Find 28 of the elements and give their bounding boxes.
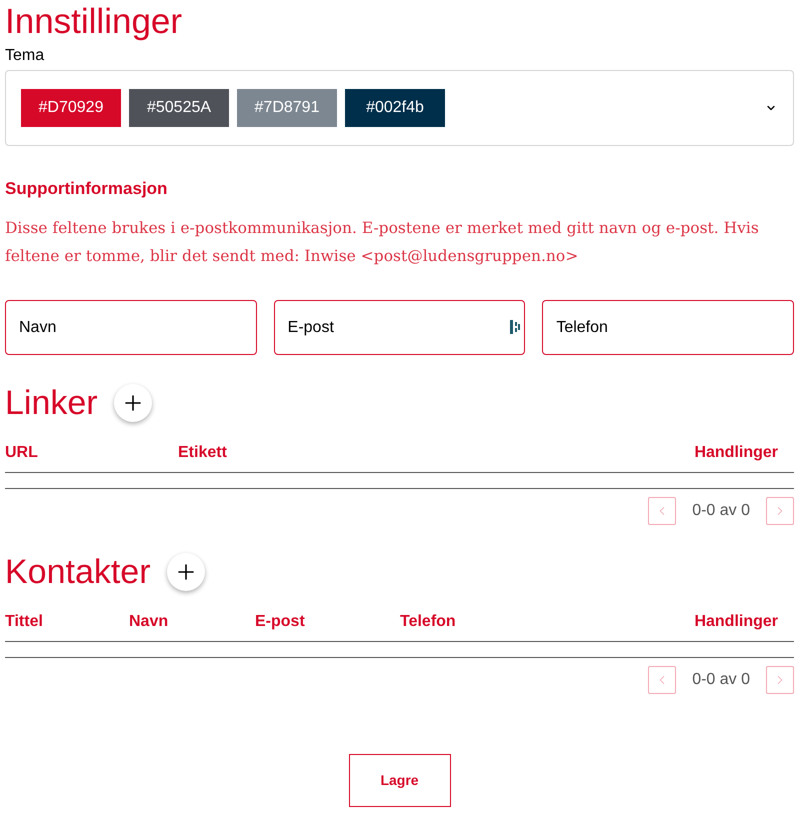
bars-icon[interactable] <box>510 320 520 334</box>
theme-label: Tema <box>5 46 46 66</box>
input-field[interactable]: Telefon <box>542 300 794 355</box>
column-header: Handlinger <box>694 442 778 462</box>
column-header: Handlinger <box>694 612 778 632</box>
page-title: Innstillinger <box>5 1 184 43</box>
theme-select[interactable]: #D70929 #50525A #7D8791 #002f4b <box>5 70 794 146</box>
color-swatch: #7D8791 <box>237 89 337 127</box>
section-heading: Linker <box>5 383 98 423</box>
column-header: E-post <box>255 612 306 632</box>
support-description: Disse feltene brukes i e-postkommunikasjon. E-postene er merket med gitt navn og e-post. Hvis feltene er tomme, blir det sendt med: Inwise <post@ludensgruppen.no> <box>5 218 760 267</box>
column-header: Etikett <box>178 442 228 462</box>
section-heading: Kontakter <box>5 552 151 592</box>
color-swatch: #50525A <box>129 89 229 127</box>
add-button[interactable] <box>166 553 205 591</box>
page-range: 0-0 av 0 <box>692 501 750 521</box>
column-header: Telefon <box>400 612 457 632</box>
column-header: URL <box>5 442 39 462</box>
page-range: 0-0 av 0 <box>692 670 750 690</box>
column-header: Navn <box>129 612 170 632</box>
color-swatch: #002f4b <box>345 89 445 127</box>
color-swatch: #D70929 <box>21 89 121 127</box>
input-field[interactable]: Navn <box>5 300 257 355</box>
save-button[interactable]: Lagre <box>348 754 450 807</box>
add-button[interactable] <box>114 384 152 422</box>
input-field[interactable]: E-post <box>274 300 526 355</box>
section-subheading: Supportinformasjon <box>5 178 168 200</box>
column-header: Tittel <box>5 612 44 632</box>
